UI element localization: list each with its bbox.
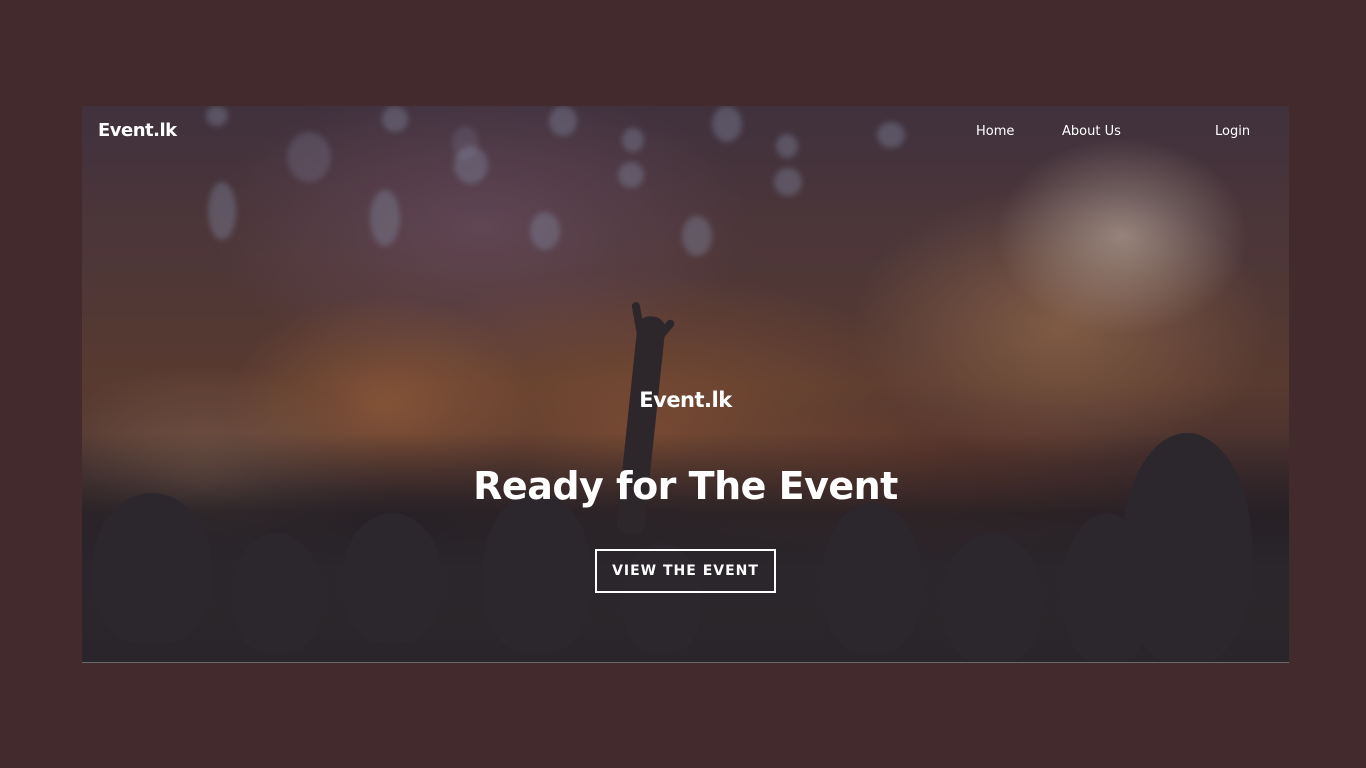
navbar-brand[interactable]: Event.lk [98,120,177,141]
nav-link-about-us[interactable]: About Us [1062,124,1121,139]
view-the-event-button[interactable]: VIEW THE EVENT [595,549,776,593]
hero-section: Event.lk Home About Us Login Event.lk Re… [82,106,1289,663]
hero-brand: Event.lk [639,388,732,412]
hero-title: Ready for The Event [473,464,898,508]
nav-link-login[interactable]: Login [1215,124,1250,139]
nav-link-home[interactable]: Home [976,124,1014,139]
